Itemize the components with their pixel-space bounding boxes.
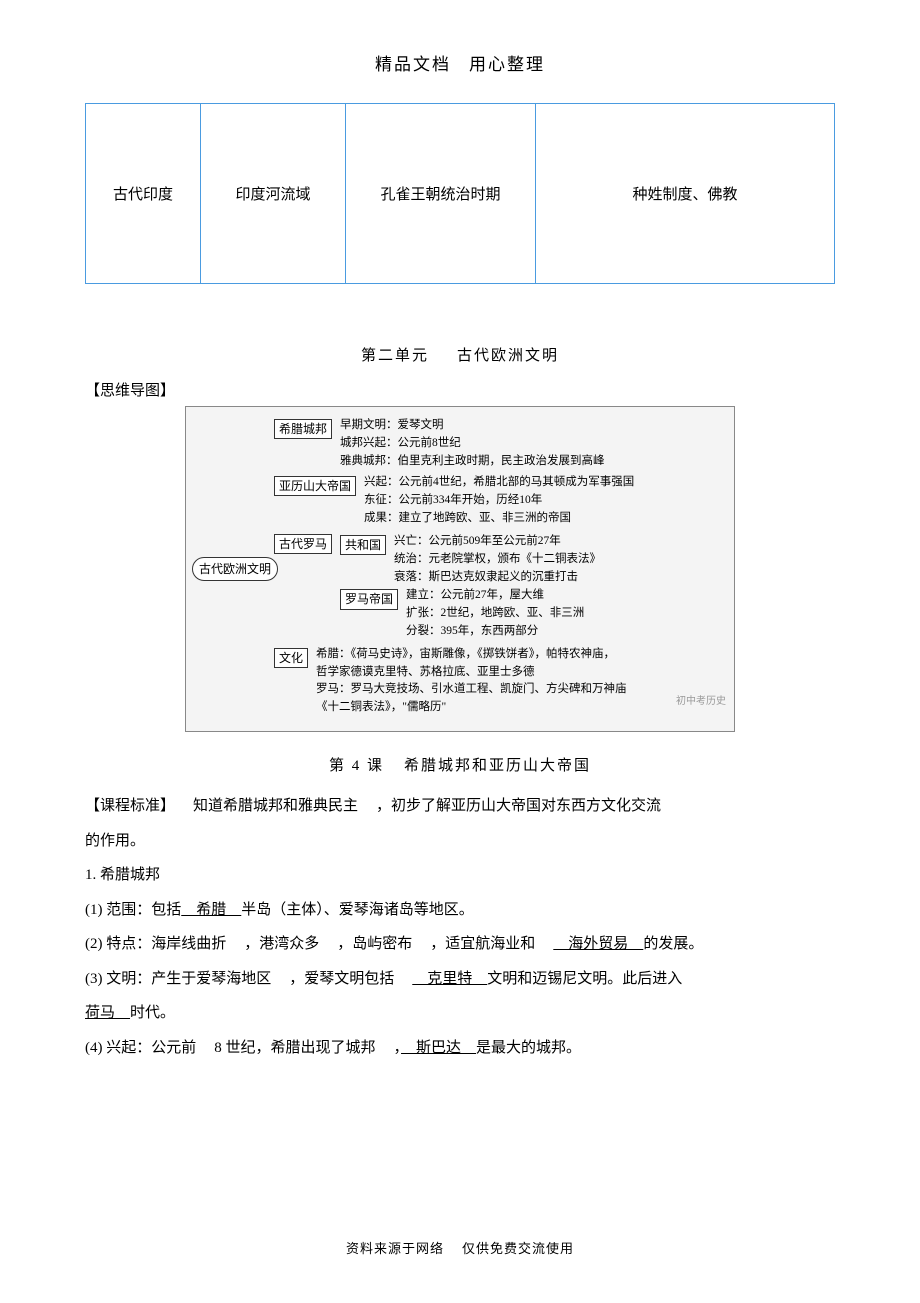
mm-leaf: 扩张：2世纪，地跨欧、亚、非三洲 bbox=[406, 605, 584, 623]
mm-leaf: 早期文明：爱琴文明 bbox=[340, 417, 605, 435]
header-left: 精品文档 bbox=[375, 55, 451, 74]
subheading: 1. 希腊城邦 bbox=[85, 858, 835, 893]
lesson-title-right: 希腊城邦和亚历山大帝国 bbox=[404, 758, 591, 774]
text: 是最大的城邦。 bbox=[476, 1040, 581, 1056]
lesson-body: 【课程标准】 知道希腊城邦和雅典民主 ，初步了解亚历山大帝国对东西方文化交流 的作用… bbox=[85, 789, 835, 1065]
cell-period: 孔雀王朝统治时期 bbox=[346, 104, 536, 284]
text: ，适宜航海业和 bbox=[430, 936, 535, 952]
lesson-title: 第 4 课 希腊城邦和亚历山大帝国 bbox=[85, 754, 835, 775]
text: (4) 兴起：公元前 bbox=[85, 1040, 196, 1056]
mm-leaf: 建立：公元前27年，屋大维 bbox=[406, 587, 584, 605]
mindmap-label: 【思维导图】 bbox=[85, 379, 835, 400]
text: (1) 范围：包括 bbox=[85, 902, 181, 918]
text: 文明和迈锡尼文明。此后进入 bbox=[487, 971, 682, 987]
list-item: (2) 特点：海岸线曲折 ，港湾众多 ，岛屿密布 ，适宜航海业和 海外贸易 的发展。 bbox=[85, 927, 835, 962]
standard-label: 【课程标准】 bbox=[85, 798, 175, 814]
text: 半岛（主体）、爱琴海诸岛等地区。 bbox=[241, 902, 474, 918]
mm-node-alex: 亚历山大帝国 bbox=[274, 476, 356, 496]
unit-title-right: 古代欧洲文明 bbox=[457, 348, 559, 364]
list-item: (3) 文明：产生于爱琴海地区 ，爱琴文明包括 克里特 文明和迈锡尼文明。此后进入 bbox=[85, 962, 835, 997]
list-item: 荷马 时代。 bbox=[85, 996, 835, 1031]
mm-node-greek: 希腊城邦 bbox=[274, 419, 332, 439]
lesson-title-left: 第 4 课 bbox=[329, 758, 384, 774]
civilization-table: 古代印度 印度河流域 孔雀王朝统治时期 种姓制度、佛教 bbox=[85, 103, 835, 284]
page-footer: 资料来源于网络 仅供免费交流使用 bbox=[0, 1238, 920, 1257]
text: ，爱琴文明包括 bbox=[289, 971, 394, 987]
text: 知道希腊城邦和雅典民主 bbox=[193, 798, 358, 814]
mm-leaf: 衰落：斯巴达克奴隶起义的沉重打击 bbox=[394, 569, 601, 587]
mm-leaf: 《十二铜表法》，"儒略历" bbox=[316, 699, 627, 717]
unit-title-left: 第二单元 bbox=[361, 348, 429, 364]
text: (3) 文明：产生于爱琴海地区 bbox=[85, 971, 271, 987]
text: 8 世纪，希腊出现了城邦 bbox=[214, 1040, 375, 1056]
blank-answer: 克里特 bbox=[412, 971, 487, 987]
mm-leaf: 罗马：罗马大竞技场、引水道工程、凯旋门、方尖碑和万神庙 bbox=[316, 681, 627, 699]
mm-leaf: 兴起：公元前4世纪，希腊北部的马其顿成为军事强国 bbox=[364, 474, 634, 492]
standard-line: 【课程标准】 知道希腊城邦和雅典民主 ，初步了解亚历山大帝国对东西方文化交流 bbox=[85, 789, 835, 824]
mm-leaf: 分裂：395年，东西两部分 bbox=[406, 623, 584, 641]
mm-leaf: 兴亡：公元前509年至公元前27年 bbox=[394, 533, 601, 551]
page-header: 精品文档用心整理 bbox=[85, 50, 835, 75]
footer-left: 资料来源于网络 bbox=[346, 1241, 444, 1256]
list-item: (4) 兴起：公元前 8 世纪，希腊出现了城邦 ， 斯巴达 是最大的城邦。 bbox=[85, 1031, 835, 1066]
mm-leaf: 哲学家德谟克里特、苏格拉底、亚里士多德 bbox=[316, 664, 627, 682]
blank-answer: 希腊 bbox=[181, 902, 241, 918]
mm-leaf: 雅典城邦：伯里克利主政时期，民主政治发展到高峰 bbox=[340, 453, 605, 471]
mindmap-watermark: 初中考历史 bbox=[676, 694, 726, 709]
text: ，初步了解亚历山大帝国对东西方文化交流 bbox=[376, 798, 661, 814]
cell-civilization: 古代印度 bbox=[86, 104, 201, 284]
mm-node-culture: 文化 bbox=[274, 648, 308, 668]
mm-leaf: 成果：建立了地跨欧、亚、非三洲的帝国 bbox=[364, 510, 634, 528]
blank-answer: 海外贸易 bbox=[553, 936, 643, 952]
mindmap: 古代欧洲文明 希腊城邦 早期文明：爱琴文明 城邦兴起：公元前8世纪 雅典城邦：伯… bbox=[185, 406, 735, 732]
text: (2) 特点：海岸线曲折 bbox=[85, 936, 226, 952]
mindmap-root: 古代欧洲文明 bbox=[192, 557, 278, 581]
text: ，岛屿密布 bbox=[337, 936, 412, 952]
text: ，港湾众多 bbox=[244, 936, 319, 952]
blank-answer: 斯巴达 bbox=[401, 1040, 476, 1056]
mm-node-rome: 古代罗马 bbox=[274, 534, 332, 554]
unit-title: 第二单元 古代欧洲文明 bbox=[85, 344, 835, 365]
text: 时代。 bbox=[130, 1005, 175, 1021]
blank-answer: 荷马 bbox=[85, 1005, 130, 1021]
table-row: 古代印度 印度河流域 孔雀王朝统治时期 种姓制度、佛教 bbox=[86, 104, 835, 284]
footer-right: 仅供免费交流使用 bbox=[462, 1241, 574, 1256]
text: ， bbox=[394, 1040, 402, 1056]
mm-leaf: 城邦兴起：公元前8世纪 bbox=[340, 435, 605, 453]
list-item: (1) 范围：包括 希腊 半岛（主体）、爱琴海诸岛等地区。 bbox=[85, 893, 835, 928]
header-right: 用心整理 bbox=[469, 55, 545, 74]
cell-region: 印度河流域 bbox=[201, 104, 346, 284]
mm-leaf: 东征：公元前334年开始，历经10年 bbox=[364, 492, 634, 510]
mm-leaf: 统治：元老院掌权，颁布《十二铜表法》 bbox=[394, 551, 601, 569]
text: 的作用。 bbox=[85, 824, 835, 859]
text: 的发展。 bbox=[643, 936, 703, 952]
mm-node-empire: 罗马帝国 bbox=[340, 589, 398, 610]
mm-node-republic: 共和国 bbox=[340, 535, 386, 556]
mm-leaf: 希腊：《荷马史诗》，宙斯雕像，《掷铁饼者》，帕特农神庙， bbox=[316, 646, 627, 664]
cell-achievement: 种姓制度、佛教 bbox=[536, 104, 835, 284]
